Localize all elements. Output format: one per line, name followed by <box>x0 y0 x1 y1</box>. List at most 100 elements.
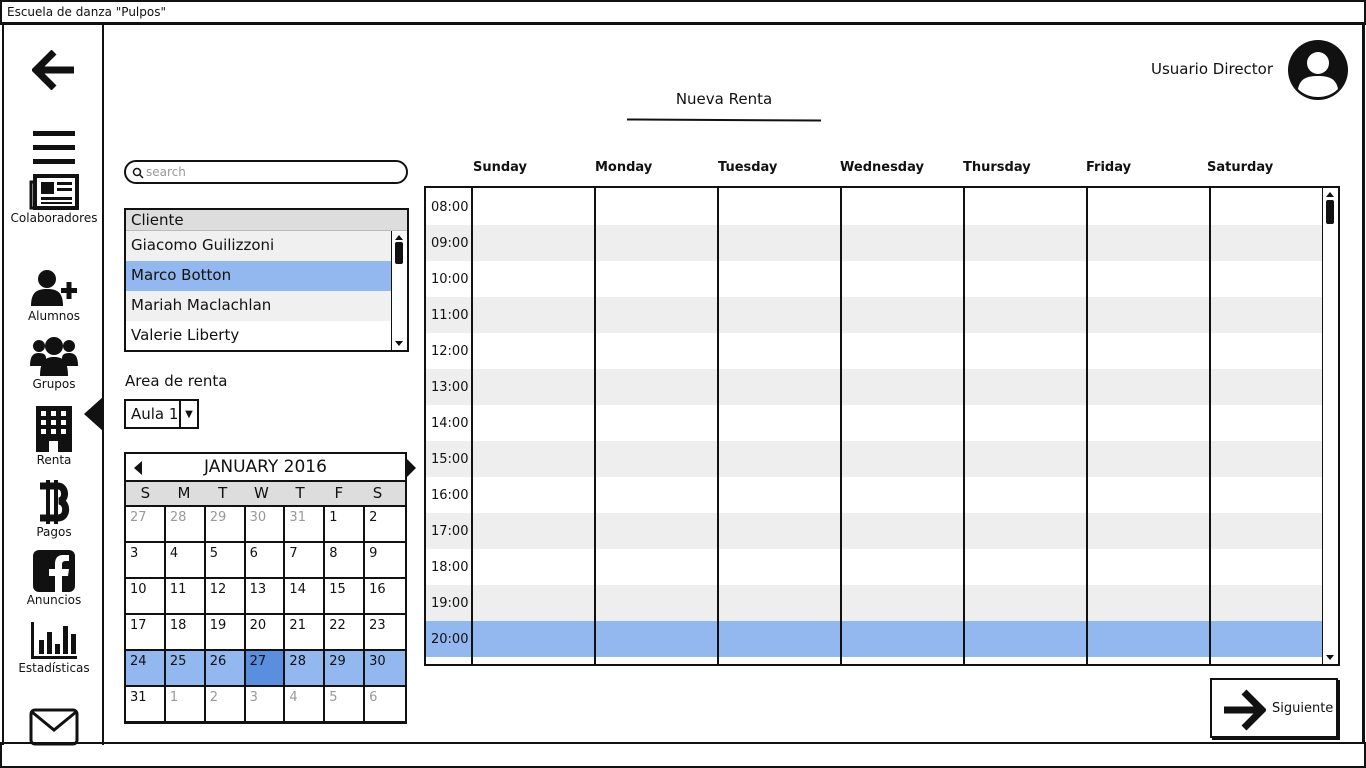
time-slot-row[interactable]: 19:00 <box>426 585 1324 621</box>
time-slot-row[interactable]: 17:00 <box>426 513 1324 549</box>
list-item[interactable]: Mariah Maclachlan <box>126 291 392 321</box>
calendar-day[interactable]: 3 <box>126 543 166 579</box>
sidebar-item-label: Anuncios <box>26 593 82 607</box>
calendar-day[interactable]: 17 <box>126 615 166 651</box>
calendar-day[interactable]: 31 <box>285 507 326 543</box>
calendar-day[interactable]: 5 <box>205 543 246 579</box>
mail-button[interactable] <box>4 708 104 746</box>
calendar-day[interactable]: 4 <box>285 687 326 723</box>
arrow-right-icon <box>1224 689 1266 731</box>
calendar-day[interactable]: 11 <box>165 579 206 615</box>
calendar-day[interactable]: 6 <box>365 687 405 723</box>
sidebar-item-pagos[interactable]: Pagos <box>4 480 104 539</box>
calendar-day[interactable]: 28 <box>285 651 326 687</box>
calendar-day[interactable]: 31 <box>126 687 166 723</box>
area-label: Area de renta <box>125 372 228 390</box>
calendar-day[interactable]: 18 <box>165 615 206 651</box>
calendar-day[interactable]: 13 <box>245 579 286 615</box>
time-slot-row[interactable]: 13:00 <box>426 369 1324 405</box>
list-item-selected[interactable]: Marco Botton <box>126 261 392 291</box>
schedule-scrollbar[interactable] <box>1322 188 1338 664</box>
sidebar-item-anuncios[interactable]: Anuncios <box>4 550 104 607</box>
calendar-day[interactable]: 2 <box>205 687 246 723</box>
next-button-label: Siguiente <box>1272 701 1334 716</box>
time-slot-row[interactable]: 16:00 <box>426 477 1324 513</box>
status-bar <box>0 742 1366 768</box>
calendar-day[interactable]: 21 <box>285 615 326 651</box>
time-slot-row[interactable]: 20:00 <box>426 621 1324 657</box>
area-select[interactable]: Aula 1 ▼ <box>124 399 199 429</box>
sidebar-item-alumnos[interactable]: Alumnos <box>4 268 104 323</box>
calendar-day[interactable]: 29 <box>205 507 246 543</box>
sidebar-item-grupos[interactable]: Grupos <box>4 336 104 391</box>
search-placeholder: search <box>146 165 186 179</box>
calendar-day[interactable]: 4 <box>165 543 206 579</box>
calendar-day[interactable]: 19 <box>205 615 246 651</box>
time-slot-row[interactable]: 14:00 <box>426 405 1324 441</box>
back-button[interactable] <box>4 50 104 90</box>
time-label: 16:00 <box>431 488 469 503</box>
calendar-day[interactable]: 24 <box>126 651 166 687</box>
client-list: Cliente Giacomo Guilizzoni Marco Botton … <box>124 208 409 352</box>
sidebar-item-colaboradores[interactable]: Colaboradores <box>4 174 104 225</box>
bar-chart-icon <box>31 622 77 659</box>
calendar-day[interactable]: 14 <box>285 579 326 615</box>
column-divider <box>1209 188 1211 664</box>
calendar-day[interactable]: 22 <box>325 615 366 651</box>
calendar-day[interactable]: 16 <box>365 579 405 615</box>
calendar-day[interactable]: 2 <box>365 507 405 543</box>
time-slot-row[interactable]: 18:00 <box>426 549 1324 585</box>
calendar-day[interactable]: 29 <box>325 651 366 687</box>
time-slot-row[interactable]: 15:00 <box>426 441 1324 477</box>
time-slot-row[interactable]: 08:00 <box>426 189 1324 225</box>
calendar-day[interactable]: 25 <box>165 651 206 687</box>
calendar-day[interactable]: 7 <box>285 543 326 579</box>
next-button[interactable]: Siguiente <box>1210 678 1338 738</box>
time-label: 19:00 <box>431 596 469 611</box>
menu-button[interactable] <box>4 130 104 166</box>
calendar-day[interactable]: 6 <box>245 543 286 579</box>
prev-month-icon[interactable] <box>132 461 144 475</box>
scroll-up-icon <box>395 235 403 240</box>
scroll-thumb[interactable] <box>1326 200 1334 224</box>
newspaper-icon <box>29 174 79 210</box>
user-plus-icon <box>31 270 77 306</box>
calendar-day[interactable]: 10 <box>126 579 166 615</box>
calendar-day[interactable]: 28 <box>165 507 206 543</box>
sidebar-item-estadisticas[interactable]: Estadísticas <box>4 622 104 675</box>
time-label: 14:00 <box>431 416 469 431</box>
next-month-icon[interactable] <box>405 458 417 478</box>
calendar-day[interactable]: 23 <box>365 615 405 651</box>
list-item[interactable]: Giacomo Guilizzoni <box>126 231 392 261</box>
day-header: Friday <box>1086 160 1132 175</box>
calendar-day-selected[interactable]: 27 <box>245 651 286 687</box>
search-input[interactable]: search <box>124 160 408 184</box>
calendar-day[interactable]: 8 <box>325 543 366 579</box>
calendar-day[interactable]: 30 <box>365 651 405 687</box>
calendar-day[interactable]: 26 <box>205 651 246 687</box>
calendar-day[interactable]: 3 <box>245 687 286 723</box>
chevron-down-icon[interactable]: ▼ <box>179 401 197 427</box>
calendar-day[interactable]: 9 <box>365 543 405 579</box>
time-slot-row[interactable]: 11:00 <box>426 297 1324 333</box>
client-list-scrollbar[interactable] <box>391 231 407 350</box>
avatar-icon[interactable] <box>1286 38 1350 102</box>
window-border <box>1362 24 1365 744</box>
calendar-day[interactable]: 12 <box>205 579 246 615</box>
calendar-day[interactable]: 1 <box>325 507 366 543</box>
calendar-day[interactable]: 5 <box>325 687 366 723</box>
sidebar-item-label: Colaboradores <box>10 211 98 225</box>
time-slot-row[interactable]: 10:00 <box>426 261 1324 297</box>
scroll-thumb[interactable] <box>395 242 403 264</box>
list-item[interactable]: Valerie Liberty <box>126 321 392 351</box>
calendar-day[interactable]: 1 <box>165 687 206 723</box>
calendar-day[interactable]: 30 <box>245 507 286 543</box>
column-divider <box>594 188 596 664</box>
calendar-day[interactable]: 15 <box>325 579 366 615</box>
calendar-day[interactable]: 27 <box>126 507 166 543</box>
scroll-down-icon <box>395 341 403 346</box>
calendar-day[interactable]: 20 <box>245 615 286 651</box>
time-slot-row[interactable]: 12:00 <box>426 333 1324 369</box>
day-header: Saturday <box>1207 160 1274 175</box>
time-slot-row[interactable]: 09:00 <box>426 225 1324 261</box>
